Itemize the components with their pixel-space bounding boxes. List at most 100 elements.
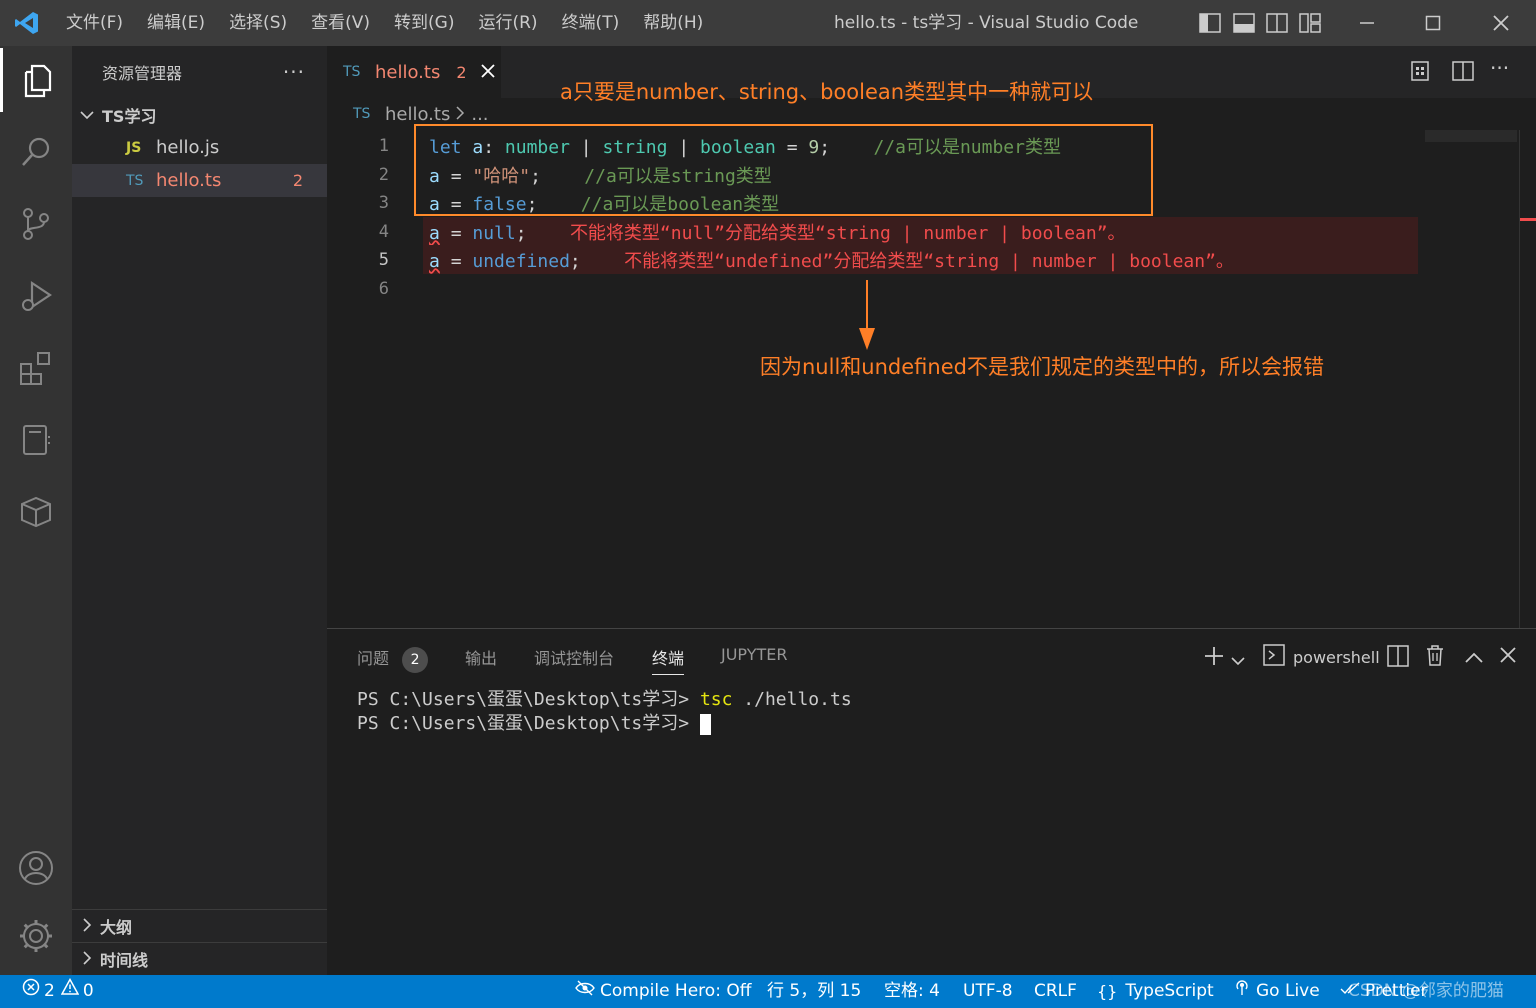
minimap[interactable] [1425,130,1517,142]
maximize-panel-icon[interactable] [1465,649,1483,668]
eye-off-icon [575,975,595,1008]
toggle-secondary-sidebar-icon[interactable] [1265,0,1289,46]
editor-more-actions-icon[interactable]: ··· [1490,56,1509,80]
menu-go[interactable]: 转到(G) [382,0,466,46]
folder-row[interactable]: TS学习 [72,98,327,131]
warning-count: 0 [82,981,94,1001]
settings-gear-icon[interactable] [0,904,72,968]
trash-icon[interactable] [1425,644,1445,670]
terminal-line: PS C:\Users\蛋蛋\Desktop\ts学习> tsc ./hello… [357,685,852,711]
toggle-panel-icon[interactable] [1232,0,1256,46]
line-ending[interactable]: CRLF [1034,975,1077,1008]
js-file-icon: JS [126,139,142,156]
title-bar: 文件(F) 编辑(E) 选择(S) 查看(V) 转到(G) 运行(R) 终端(T… [0,0,1536,46]
tab-debug-console[interactable]: 调试控制台 [534,645,614,675]
window-title: hello.ts - ts学习 - Visual Studio Code [834,13,1139,33]
tab-hello-ts[interactable]: TS hello.ts 2 [327,46,501,98]
overview-ruler[interactable] [1519,130,1536,628]
chevron-down-icon[interactable] [1231,651,1245,670]
split-editor-icon[interactable] [1452,60,1474,86]
shell-name: powershell [1293,647,1380,667]
more-actions-icon[interactable]: ··· [283,60,305,84]
language-mode[interactable]: {} TypeScript [1097,975,1214,1008]
menu-view[interactable]: 查看(V) [299,0,382,46]
breadcrumb-file[interactable]: hello.ts [385,104,450,125]
notebook-icon[interactable] [0,408,72,472]
ts-file-icon: TS [353,106,371,122]
timeline-label: 时间线 [100,951,149,970]
search-icon[interactable] [0,120,72,184]
explorer-icon[interactable] [0,48,72,112]
code-line-error: 4 a = null; 不能将类型“null”分配给类型“string | nu… [327,217,1427,246]
menu-file[interactable]: 文件(F) [54,0,135,46]
open-preview-icon[interactable] [1410,60,1430,86]
file-name: hello.js [156,137,220,158]
toggle-sidebar-icon[interactable] [1198,0,1222,46]
highlight-box [414,124,1153,216]
semicolon: ; [515,222,527,244]
file-name: hello.ts [156,170,222,191]
go-live-button[interactable]: Go Live [1233,975,1320,1008]
tab-output[interactable]: 输出 [465,645,497,675]
annotation-arrow-icon [856,280,878,356]
menu-help[interactable]: 帮助(H) [631,0,715,46]
customize-layout-icon[interactable] [1298,0,1322,46]
menu-edit[interactable]: 编辑(E) [135,0,217,46]
breadcrumb-symbol[interactable]: ... [471,104,488,125]
line-number: 4 [378,221,389,242]
warning-icon [60,975,80,1008]
outline-label: 大纲 [100,918,133,937]
ts-file-icon: TS [343,64,361,80]
timeline-section[interactable]: 时间线 [72,942,327,975]
maximize-icon[interactable] [1416,0,1450,46]
package-icon[interactable] [0,480,72,544]
close-panel-icon[interactable] [1500,647,1516,667]
close-icon[interactable] [1484,0,1518,46]
code-line-error: 5 a = undefined; 不能将类型“undefined”分配给类型“s… [327,245,1427,274]
terminal-line[interactable]: PS C:\Users\蛋蛋\Desktop\ts学习> [357,709,711,735]
tab-terminal[interactable]: 终端 [652,645,685,675]
new-terminal-icon[interactable] [1203,645,1225,671]
undefined-literal: undefined [472,250,570,272]
file-row-hello-ts[interactable]: TS hello.ts 2 [72,164,327,197]
language-label: TypeScript [1125,981,1214,1001]
split-terminal-icon[interactable] [1387,645,1409,671]
operator: = [450,222,462,244]
menu-terminal[interactable]: 终端(T) [550,0,632,46]
error-lens-message: 不能将类型“null”分配给类型“string | number | boole… [569,222,1126,244]
activity-bar [0,46,72,975]
outline-section[interactable]: 大纲 [72,909,327,942]
encoding[interactable]: UTF-8 [963,975,1013,1008]
extensions-icon[interactable] [0,336,72,400]
compile-hero-status[interactable]: Compile Hero: Off [575,975,751,1008]
source-control-icon[interactable] [0,192,72,256]
indentation[interactable]: 空格: 4 [884,975,940,1008]
tab-close-icon[interactable] [480,62,495,83]
compile-hero-label: Compile Hero: Off [600,981,752,1001]
run-debug-icon[interactable] [0,264,72,328]
line-number: 6 [378,278,389,299]
status-bar: 2 0 Compile Hero: Off 行 5，列 15 空格: 4 UTF… [0,975,1536,1008]
minimize-icon[interactable] [1350,0,1384,46]
cursor-position[interactable]: 行 5，列 15 [767,975,861,1008]
problems-status[interactable]: 2 0 [22,975,94,1008]
ts-file-icon: TS [126,172,144,189]
null-literal: null [472,222,516,244]
chevron-right-icon [456,104,465,125]
error-count: 2 [44,981,55,1001]
operator: = [450,250,462,272]
menu-run[interactable]: 运行(R) [466,0,549,46]
chevron-down-icon [80,105,102,124]
tab-label: hello.ts [375,61,441,83]
account-icon[interactable] [0,836,72,900]
tab-jupyter[interactable]: JUPYTER [721,645,788,675]
terminal-shell-selector[interactable]: powershell [1263,644,1380,670]
tab-problems[interactable]: 问题 2 [357,645,429,675]
menu-selection[interactable]: 选择(S) [217,0,299,46]
folder-name: TS学习 [102,106,157,126]
terminal-command: tsc [699,689,733,710]
file-row-hello-js[interactable]: JS hello.js [72,131,327,164]
terminal-icon [1263,644,1285,670]
semicolon: ; [569,250,581,272]
problems-badge: 2 [402,647,429,673]
